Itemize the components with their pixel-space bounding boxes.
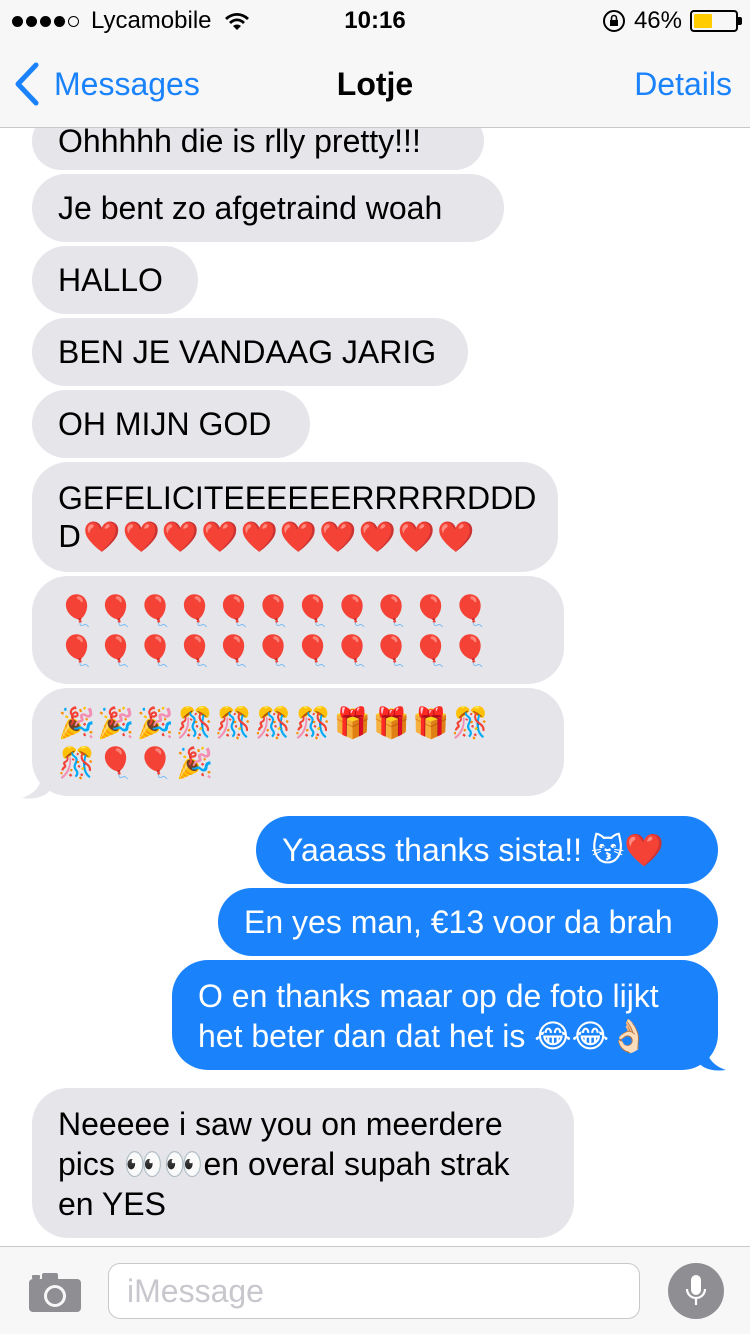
message-text-line: 🎈🎈🎈🎈🎈🎈🎈🎈🎈🎈🎈: [58, 634, 491, 669]
chevron-left-icon: [15, 62, 39, 106]
message-text-line: pics 👀👀en overal supah strak: [58, 1146, 510, 1182]
message-bubble-incoming[interactable]: Neeeee i saw you on meerdere pics 👀👀en o…: [32, 1088, 574, 1238]
message-text-line: GEFELICITEEEEEERRRRRDDD: [58, 480, 537, 516]
message-text-line: het beter dan dat het is 😂😂👌🏻: [198, 1018, 649, 1054]
message-text-line: 🎉🎉🎉🎊🎊🎊🎊🎁🎁🎁🎊: [58, 706, 491, 741]
navigation-bar: Messages Lotje Details: [0, 40, 750, 128]
message-text: Ohhhhh die is rlly pretty!!!: [58, 128, 421, 159]
battery-icon: [690, 10, 742, 32]
message-bubble-outgoing[interactable]: O en thanks maar op de foto lijkt het be…: [172, 960, 718, 1070]
message-text: Je bent zo afgetraind woah: [58, 190, 443, 226]
message-text: BEN JE VANDAAG JARIG: [58, 334, 437, 370]
details-button[interactable]: Details: [634, 66, 732, 103]
message-bubble-outgoing[interactable]: Yaaass thanks sista!! 😽❤️: [256, 816, 718, 884]
camera-icon[interactable]: [28, 1271, 82, 1313]
message-input-bar: [0, 1246, 750, 1334]
message-text-line: Neeeee i saw you on meerdere: [58, 1106, 503, 1142]
message-text-line: 🎊🎈🎈🎉: [58, 746, 216, 781]
microphone-button[interactable]: [668, 1263, 724, 1319]
battery-level: [694, 14, 713, 28]
message-bubble-incoming[interactable]: BEN JE VANDAAG JARIG: [32, 318, 468, 386]
microphone-icon: [685, 1275, 707, 1305]
message-bubble-incoming[interactable]: GEFELICITEEEEEERRRRRDDD D❤️❤️❤️❤️❤️❤️❤️❤…: [32, 462, 558, 572]
message-text-line: en YES: [58, 1186, 166, 1222]
message-thread[interactable]: Ohhhhh die is rlly pretty!!! Je bent zo …: [0, 128, 750, 1246]
message-text: HALLO: [58, 262, 163, 298]
message-bubble-incoming[interactable]: Je bent zo afgetraind woah: [32, 174, 504, 242]
status-bar: Lycamobile 10:16 46%: [0, 0, 750, 40]
message-text-line: 🎈🎈🎈🎈🎈🎈🎈🎈🎈🎈🎈: [58, 594, 491, 629]
message-bubble-incoming[interactable]: Ohhhhh die is rlly pretty!!!: [32, 128, 484, 170]
back-button[interactable]: Messages: [14, 62, 200, 106]
message-text: En yes man, €13 voor da brah: [244, 904, 673, 940]
bubble-tail-incoming: [22, 772, 50, 799]
rotation-lock-icon: [602, 10, 625, 32]
message-text-line: D❤️❤️❤️❤️❤️❤️❤️❤️❤️❤️: [58, 520, 477, 555]
message-input[interactable]: [108, 1263, 640, 1319]
message-text: Yaaass thanks sista!! 😽❤️: [282, 832, 665, 868]
message-bubble-incoming[interactable]: 🎈🎈🎈🎈🎈🎈🎈🎈🎈🎈🎈 🎈🎈🎈🎈🎈🎈🎈🎈🎈🎈🎈: [32, 576, 564, 684]
message-bubble-outgoing[interactable]: En yes man, €13 voor da brah: [218, 888, 718, 956]
battery-percent: 46%: [633, 7, 682, 34]
message-text-line: O en thanks maar op de foto lijkt: [198, 978, 659, 1014]
message-bubble-incoming[interactable]: HALLO: [32, 246, 198, 314]
bubble-tail-outgoing: [698, 1044, 726, 1071]
message-bubble-incoming[interactable]: OH MIJN GOD: [32, 390, 310, 458]
status-right: 46%: [602, 7, 742, 35]
message-text: OH MIJN GOD: [58, 406, 272, 442]
back-button-label: Messages: [54, 65, 200, 102]
message-bubble-incoming[interactable]: 🎉🎉🎉🎊🎊🎊🎊🎁🎁🎁🎊 🎊🎈🎈🎉: [32, 688, 564, 796]
